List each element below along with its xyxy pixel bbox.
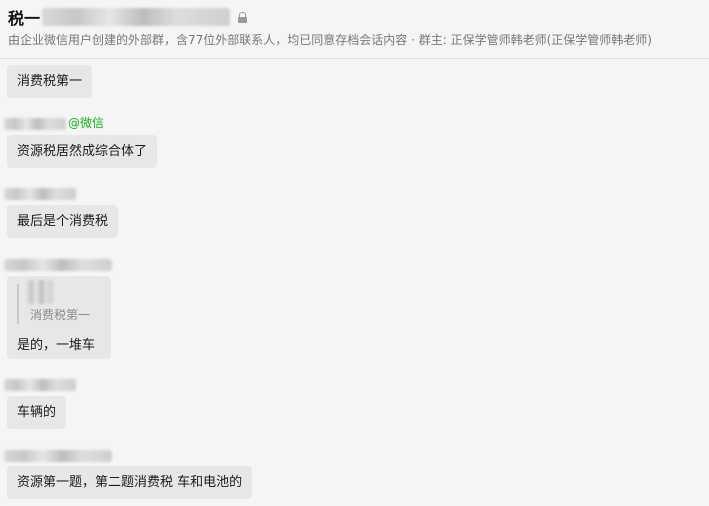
redacted-sender (4, 259, 112, 271)
group-title[interactable]: 税一 (8, 5, 40, 29)
quoted-text[interactable]: 消费税第一 (30, 306, 90, 323)
lock-icon (238, 11, 248, 23)
message-bubble[interactable]: 资源税居然成综合体了 (7, 135, 158, 168)
sender-name[interactable] (4, 376, 76, 391)
redacted-sender (4, 188, 76, 200)
redacted-sender (4, 450, 112, 462)
redacted-sender (4, 118, 66, 130)
quote-bar (17, 284, 19, 324)
message-bubble[interactable]: 消费税第一 (7, 65, 93, 98)
sender-name[interactable] (4, 256, 112, 271)
message-bubble[interactable]: 资源第一题，第二题消费税 车和电池的 (7, 466, 253, 499)
redacted-sender (4, 379, 76, 391)
redacted-title (42, 8, 231, 26)
group-description: 由企业微信用户创建的外部群，含77位外部联系人，均已同意存档会话内容 · 群主:… (8, 33, 652, 47)
reply-text: 是的，一堆车 (17, 338, 96, 353)
title-row: 税一 (8, 5, 248, 29)
quoted-sender-avatar (27, 280, 53, 304)
sender-name[interactable] (4, 447, 112, 462)
message-bubble[interactable]: 车辆的 (7, 396, 67, 429)
sender-name[interactable] (4, 115, 66, 130)
wechat-tag: @微信 (68, 116, 105, 130)
reply-message-bubble[interactable]: 消费税第一 是的，一堆车 (7, 276, 111, 359)
message-bubble[interactable]: 最后是个消费税 (7, 205, 119, 238)
chat-header: 税一 由企业微信用户创建的外部群，含77位外部联系人，均已同意存档会话内容 · … (0, 0, 709, 59)
sender-name[interactable] (4, 185, 76, 200)
